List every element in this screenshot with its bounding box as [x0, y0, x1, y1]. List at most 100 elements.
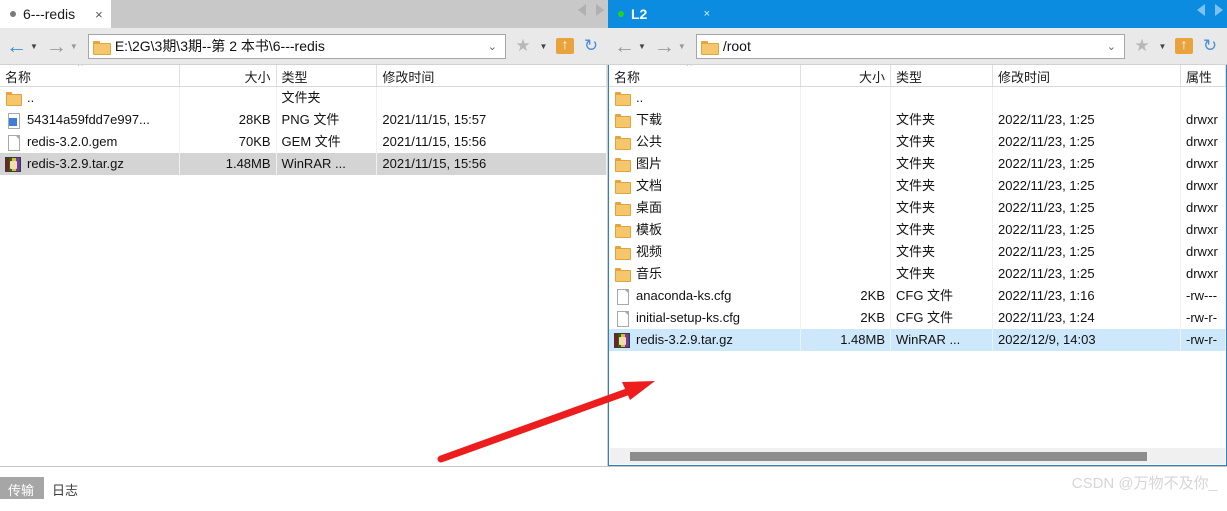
column-header-0[interactable]: 名称	[0, 65, 180, 86]
folder-icon	[614, 179, 631, 194]
forward-dropdown-caret-icon[interactable]: ▼	[678, 42, 686, 51]
left-address-input[interactable]: E:\2G\3期\3期--第 2 本书\6---redis ⌄	[87, 33, 506, 59]
cell-name: 模板	[609, 219, 801, 241]
cell-type: 文件夹	[891, 109, 993, 131]
right-file-list[interactable]: ^ 名称 大小 类型 修改时间 属性 .. 下载 文件夹 2022/11/23, 1:25 dr…	[608, 65, 1227, 466]
cell-modified: 2022/11/23, 1:24	[993, 307, 1181, 329]
cell-type: GEM 文件	[277, 131, 378, 153]
right-favorites-button[interactable]: ★	[1129, 36, 1155, 56]
right-back-button[interactable]: ← ▼	[612, 36, 652, 57]
column-header-1[interactable]: 大小	[180, 65, 277, 86]
scrollbar-thumb[interactable]	[630, 451, 1147, 461]
column-header-3[interactable]: 修改时间	[377, 65, 607, 86]
close-icon[interactable]: ×	[684, 8, 710, 20]
right-refresh-button[interactable]: ↻	[1197, 36, 1223, 56]
chevron-down-icon[interactable]: ⌄	[488, 40, 501, 53]
cell-attrs: -rw---	[1181, 285, 1226, 307]
folder-icon	[614, 267, 631, 282]
chevron-down-icon: ▼	[1158, 41, 1167, 51]
cell-size	[801, 153, 891, 175]
table-row[interactable]: initial-setup-ks.cfg 2KB CFG 文件 2022/11/23,…	[609, 307, 1226, 329]
table-row[interactable]: 公共 文件夹 2022/11/23, 1:25 drwxr	[609, 131, 1226, 153]
table-row[interactable]: 桌面 文件夹 2022/11/23, 1:25 drwxr	[609, 197, 1226, 219]
table-row[interactable]: ..	[609, 87, 1226, 109]
column-header-3[interactable]: 修改时间	[993, 65, 1181, 86]
left-favorites-button[interactable]: ★	[510, 36, 536, 56]
cell-type: 文件夹	[891, 175, 993, 197]
tab-scroll-left-icon[interactable]	[1197, 4, 1205, 16]
cell-modified: 2022/11/23, 1:25	[993, 263, 1181, 285]
column-header-2[interactable]: 类型	[891, 65, 993, 86]
cell-name: redis-3.2.0.gem	[0, 131, 180, 153]
cell-attrs: drwxr	[1181, 175, 1226, 197]
left-forward-button[interactable]: → ▼	[44, 36, 84, 57]
table-row[interactable]: redis-3.2.9.tar.gz 1.48MB WinRAR ... 2021/1…	[0, 153, 607, 175]
table-row[interactable]: 图片 文件夹 2022/11/23, 1:25 drwxr	[609, 153, 1226, 175]
left-favorites-dropdown[interactable]: ▼	[536, 42, 552, 51]
right-file-rows: .. 下载 文件夹 2022/11/23, 1:25 drwxr 公共 文件夹 2022/11…	[609, 87, 1226, 351]
table-row[interactable]: anaconda-ks.cfg 2KB CFG 文件 2022/11/23, 1:16…	[609, 285, 1226, 307]
table-row[interactable]: 54314a59fdd7e997... 28KB PNG 文件 2021/11/15,…	[0, 109, 607, 131]
file-name-text: 视频	[636, 244, 663, 259]
cell-attrs: drwxr	[1181, 263, 1226, 285]
file-name-text: 音乐	[636, 266, 663, 281]
left-tab-scroll-controls	[578, 4, 604, 16]
back-dropdown-caret-icon[interactable]: ▼	[638, 42, 646, 51]
folder-icon	[614, 113, 631, 128]
cell-type: CFG 文件	[891, 285, 993, 307]
tab-label: L2	[631, 6, 648, 22]
left-column-headers: ^ 名称 大小 类型 修改时间	[0, 65, 607, 87]
table-row[interactable]: .. 文件夹	[0, 87, 607, 109]
left-parent-folder-button[interactable]	[552, 36, 578, 54]
cell-type: PNG 文件	[277, 109, 378, 131]
tab-scroll-left-icon[interactable]	[578, 4, 586, 16]
column-header-1[interactable]: 大小	[801, 65, 891, 86]
right-forward-button[interactable]: → ▼	[652, 36, 692, 57]
column-header-4[interactable]: 属性	[1181, 65, 1226, 86]
right-parent-folder-button[interactable]	[1171, 36, 1197, 54]
cell-type: CFG 文件	[891, 307, 993, 329]
right-favorites-dropdown[interactable]: ▼	[1155, 42, 1171, 51]
left-file-list[interactable]: ^ 名称 大小 类型 修改时间 .. 文件夹 54314a59fdd7e997... 28K…	[0, 65, 608, 466]
sort-ascending-icon: ^	[687, 65, 692, 72]
table-row[interactable]: 下载 文件夹 2022/11/23, 1:25 drwxr	[609, 109, 1226, 131]
forward-dropdown-caret-icon[interactable]: ▼	[70, 42, 78, 51]
table-row[interactable]: redis-3.2.0.gem 70KB GEM 文件 2021/11/15, 15:…	[0, 131, 607, 153]
doc-icon	[5, 134, 21, 151]
tab-scroll-right-icon[interactable]	[596, 4, 604, 16]
table-row[interactable]: 音乐 文件夹 2022/11/23, 1:25 drwxr	[609, 263, 1226, 285]
file-name-text: 模板	[636, 222, 663, 237]
chevron-down-icon[interactable]: ⌄	[1107, 40, 1120, 53]
table-row[interactable]: 文档 文件夹 2022/11/23, 1:25 drwxr	[609, 175, 1226, 197]
tab-remote-l2[interactable]: L2 ×	[608, 0, 718, 28]
cell-name: 公共	[609, 131, 801, 153]
file-name-text: initial-setup-ks.cfg	[636, 310, 741, 325]
cell-type: WinRAR ...	[891, 329, 993, 351]
table-row[interactable]: 模板 文件夹 2022/11/23, 1:25 drwxr	[609, 219, 1226, 241]
right-address-input[interactable]: /root ⌄	[695, 33, 1125, 59]
column-header-0[interactable]: 名称	[609, 65, 801, 86]
column-header-2[interactable]: 类型	[277, 65, 378, 86]
cell-name: 54314a59fdd7e997...	[0, 109, 180, 131]
cell-attrs: drwxr	[1181, 219, 1226, 241]
cell-size	[801, 109, 891, 131]
status-tab-0[interactable]: 传输	[0, 477, 45, 499]
table-row[interactable]: redis-3.2.9.tar.gz 1.48MB WinRAR ... 2022/1…	[609, 329, 1226, 351]
sort-ascending-icon: ^	[78, 65, 83, 72]
back-arrow-icon: ←	[6, 34, 27, 58]
left-refresh-button[interactable]: ↻	[578, 36, 604, 56]
status-tab-1[interactable]: 日志	[44, 477, 88, 499]
table-row[interactable]: 视频 文件夹 2022/11/23, 1:25 drwxr	[609, 241, 1226, 263]
cell-name: 桌面	[609, 197, 801, 219]
folder-icon	[700, 40, 719, 55]
cell-attrs: -rw-r-	[1181, 307, 1226, 329]
tab-local-6-redis[interactable]: 6---redis ×	[0, 0, 111, 28]
tab-scroll-right-icon[interactable]	[1215, 4, 1223, 16]
back-dropdown-caret-icon[interactable]: ▼	[30, 42, 38, 51]
cell-size: 2KB	[801, 285, 891, 307]
right-tab-strip: L2 ×	[608, 0, 1227, 28]
right-horizontal-scrollbar[interactable]	[610, 448, 1225, 464]
left-back-button[interactable]: ← ▼	[4, 36, 44, 57]
close-icon[interactable]: ×	[75, 8, 103, 21]
cell-type: 文件夹	[891, 263, 993, 285]
